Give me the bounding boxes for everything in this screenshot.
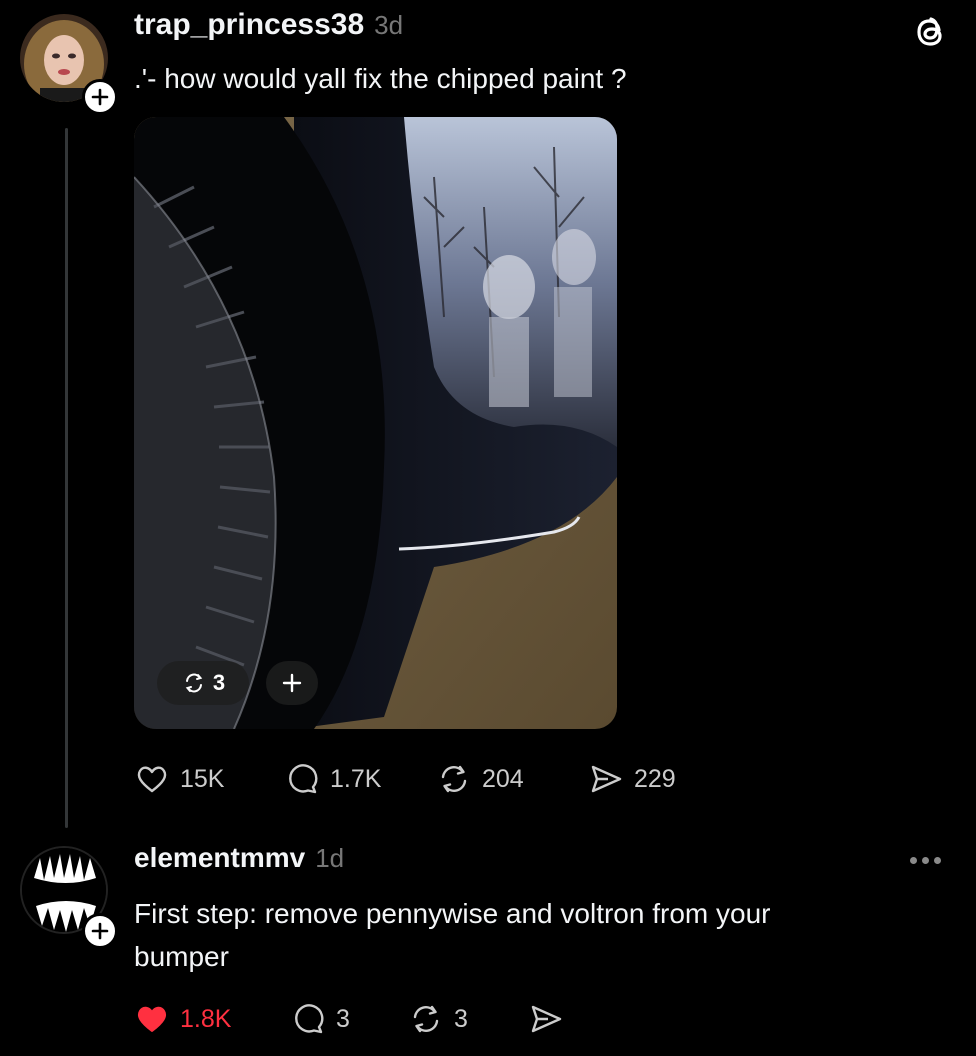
like-count: 15K [180, 764, 225, 793]
reply-like-button[interactable]: 1.8K [134, 1001, 290, 1037]
share-count: 229 [634, 764, 676, 793]
share-icon [591, 765, 622, 793]
reply-text: First step: remove pennywise and voltron… [134, 892, 770, 978]
share-icon [531, 1005, 562, 1033]
share-button[interactable]: 229 [588, 761, 676, 797]
media-repost-chip[interactable]: 3 [157, 661, 249, 705]
reply-comment-count: 3 [336, 1004, 350, 1033]
reply-username[interactable]: elementmmv [134, 842, 305, 874]
reply-comment-button[interactable]: 3 [290, 1001, 408, 1037]
post-photo[interactable] [134, 117, 617, 729]
follow-reply-author-button[interactable] [82, 913, 118, 949]
post-header: trap_princess38 3d [134, 8, 403, 42]
threads-logo-icon[interactable] [908, 10, 952, 54]
reply-timestamp: 1d [315, 843, 345, 873]
reply-like-count: 1.8K [180, 1004, 232, 1033]
reply-text-line-1: First step: remove pennywise and voltron… [134, 898, 771, 929]
reply-repost-count: 3 [454, 1004, 468, 1033]
comment-icon [289, 764, 318, 794]
repost-count: 204 [482, 764, 524, 793]
comment-count: 1.7K [330, 764, 382, 793]
reply-actions: 1.8K 3 3 [134, 1001, 564, 1037]
like-button[interactable]: 15K [134, 761, 284, 797]
post-username[interactable]: trap_princess38 [134, 8, 364, 42]
post-actions: 15K 1.7K 204 229 [134, 761, 676, 797]
plus-icon [91, 922, 109, 940]
plus-icon [282, 673, 302, 693]
repost-icon [413, 1005, 439, 1033]
post-timestamp: 3d [374, 10, 404, 40]
more-icon [910, 856, 917, 864]
repost-icon [185, 673, 203, 693]
heart-icon [137, 766, 167, 793]
comment-icon [295, 1004, 324, 1034]
post-text: .'- how would yall fix the chipped paint… [134, 63, 627, 94]
follow-author-button[interactable] [82, 79, 118, 115]
repost-button[interactable]: 204 [436, 761, 588, 797]
thread-connector-line [65, 128, 68, 828]
repost-icon [441, 765, 467, 793]
heart-filled-icon [137, 1006, 167, 1032]
plus-icon [91, 88, 109, 106]
reply-text-line-2: bumper [134, 941, 229, 972]
media-repost-count: 3 [212, 670, 226, 695]
reply-header: elementmmv 1d [134, 842, 344, 874]
more-options-button[interactable] [910, 850, 950, 870]
media-add-button[interactable] [266, 661, 318, 705]
reply-repost-button[interactable]: 3 [408, 1001, 528, 1037]
reply-share-button[interactable] [528, 1001, 564, 1037]
comment-button[interactable]: 1.7K [284, 761, 436, 797]
